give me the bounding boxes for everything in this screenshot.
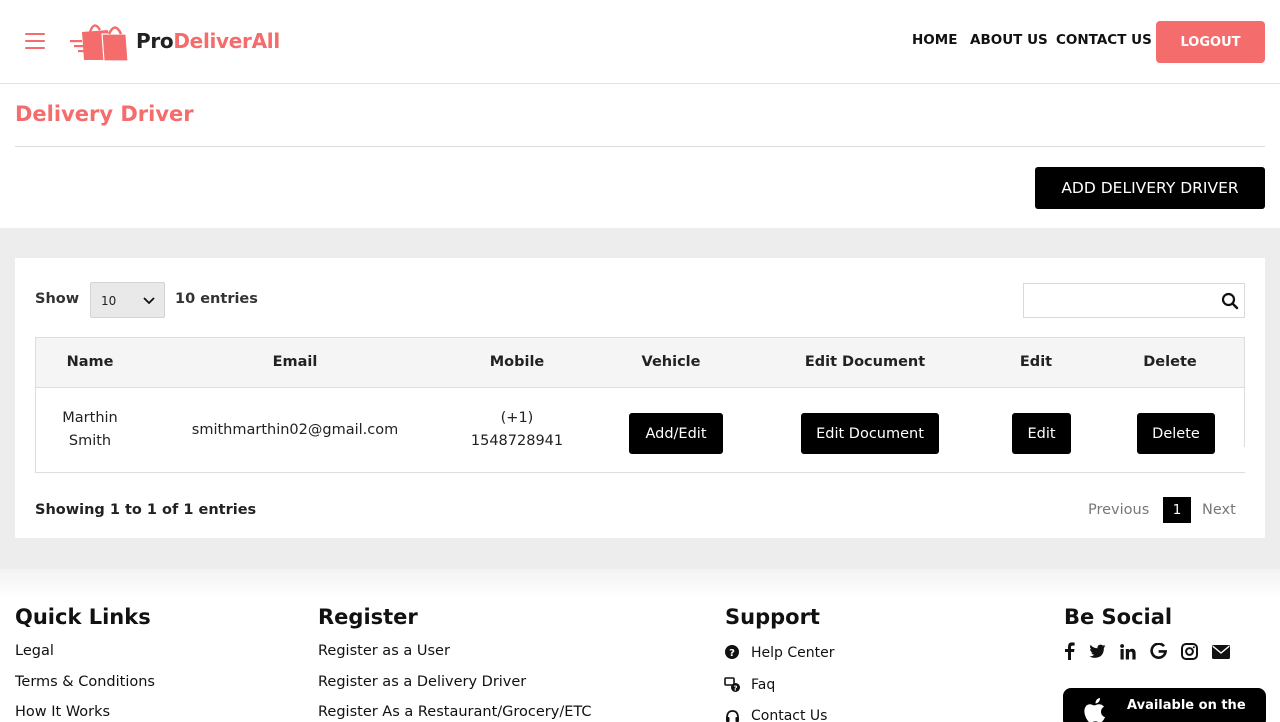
logout-button[interactable]: LOGOUT [1156, 21, 1265, 63]
app-store-label: Available on the [1127, 698, 1246, 713]
footer-link-contact-us[interactable]: Contact Us [751, 708, 827, 722]
column-header-vehicle[interactable]: Vehicle [642, 354, 701, 370]
footer-social-title: Be Social [1064, 605, 1173, 629]
nav-home-link[interactable]: HOME [912, 32, 957, 48]
mobile-country-code: (+1) [500, 410, 534, 426]
twitter-icon[interactable] [1089, 644, 1106, 659]
column-header-edit-document[interactable]: Edit Document [805, 354, 925, 370]
pagination-info: Showing 1 to 1 of 1 entries [35, 502, 257, 518]
google-icon[interactable] [1150, 643, 1167, 660]
instagram-icon[interactable] [1181, 643, 1198, 660]
table-body-edge [1244, 387, 1245, 447]
svg-text:?: ? [729, 648, 735, 659]
title-divider [15, 146, 1265, 147]
pagination-previous[interactable]: Previous [1088, 502, 1149, 518]
site-header: ProDeliverAll HOME ABOUT US CONTACT US L… [0, 0, 1280, 84]
nav-contact-link[interactable]: CONTACT US [1056, 32, 1152, 48]
page-title: Delivery Driver [15, 102, 194, 126]
page-size-value: 10 [101, 294, 117, 308]
add-delivery-driver-button[interactable]: ADD DELIVERY DRIVER [1035, 167, 1265, 209]
column-header-email[interactable]: Email [273, 354, 318, 370]
hamburger-menu-icon[interactable] [25, 33, 45, 49]
cell-mobile: (+1) 1548728941 [471, 407, 563, 453]
driver-first-name: Marthin [62, 410, 118, 426]
edit-document-button[interactable]: Edit Document [801, 413, 939, 454]
brand-name: ProDeliverAll [136, 29, 280, 53]
column-header-delete[interactable]: Delete [1143, 354, 1196, 370]
column-header-edit[interactable]: Edit [1020, 354, 1052, 370]
chevron-down-icon [143, 297, 155, 305]
footer-link-help-center[interactable]: Help Center [751, 645, 835, 661]
pagination-page-1[interactable]: 1 [1163, 497, 1191, 523]
driver-last-name: Smith [68, 433, 112, 449]
brand-logo[interactable]: ProDeliverAll [68, 18, 280, 64]
footer-quick-links-title: Quick Links [15, 605, 151, 629]
linkedin-icon[interactable] [1120, 644, 1136, 660]
shopping-bag-logo-icon [70, 24, 129, 62]
footer-link-terms[interactable]: Terms & Conditions [15, 674, 155, 690]
pagination-next[interactable]: Next [1202, 502, 1236, 518]
edit-button[interactable]: Edit [1012, 413, 1071, 454]
mobile-number: 1548728941 [470, 433, 564, 449]
svg-text:?: ? [733, 685, 737, 693]
apple-icon [1084, 698, 1105, 722]
column-header-mobile[interactable]: Mobile [490, 354, 545, 370]
facebook-icon[interactable] [1064, 642, 1075, 660]
footer-link-register-user[interactable]: Register as a User [318, 643, 450, 659]
app-store-badge[interactable]: Available on the [1063, 688, 1266, 722]
search-icon[interactable] [1221, 292, 1239, 310]
footer-support-title: Support [725, 605, 820, 629]
footer-link-legal[interactable]: Legal [15, 643, 54, 659]
footer-link-register-store[interactable]: Register As a Restaurant/Grocery/ETC [318, 704, 592, 720]
footer-link-register-driver[interactable]: Register as a Delivery Driver [318, 674, 526, 690]
cell-email: smithmarthin02@gmail.com [191, 422, 399, 438]
table-header [35, 337, 1245, 388]
question-circle-icon: ? [725, 645, 739, 659]
headset-icon [726, 710, 739, 722]
footer-link-faq[interactable]: Faq [751, 677, 775, 693]
envelope-icon[interactable] [1212, 645, 1230, 659]
cell-name: Marthin Smith [62, 407, 117, 453]
show-label: Show [35, 291, 80, 307]
search-input[interactable] [1024, 284, 1214, 317]
faq-icon: ? [724, 677, 740, 693]
column-header-name[interactable]: Name [67, 354, 114, 370]
vehicle-add-edit-button[interactable]: Add/Edit [629, 413, 723, 454]
nav-about-link[interactable]: ABOUT US [970, 32, 1048, 48]
footer-register-title: Register [318, 605, 418, 629]
table-search [1023, 283, 1245, 318]
footer-link-how-it-works[interactable]: How It Works [15, 704, 110, 720]
delete-button[interactable]: Delete [1137, 413, 1215, 454]
page-size-select[interactable]: 10 [90, 282, 165, 318]
entries-label: 10 entries [175, 291, 258, 307]
